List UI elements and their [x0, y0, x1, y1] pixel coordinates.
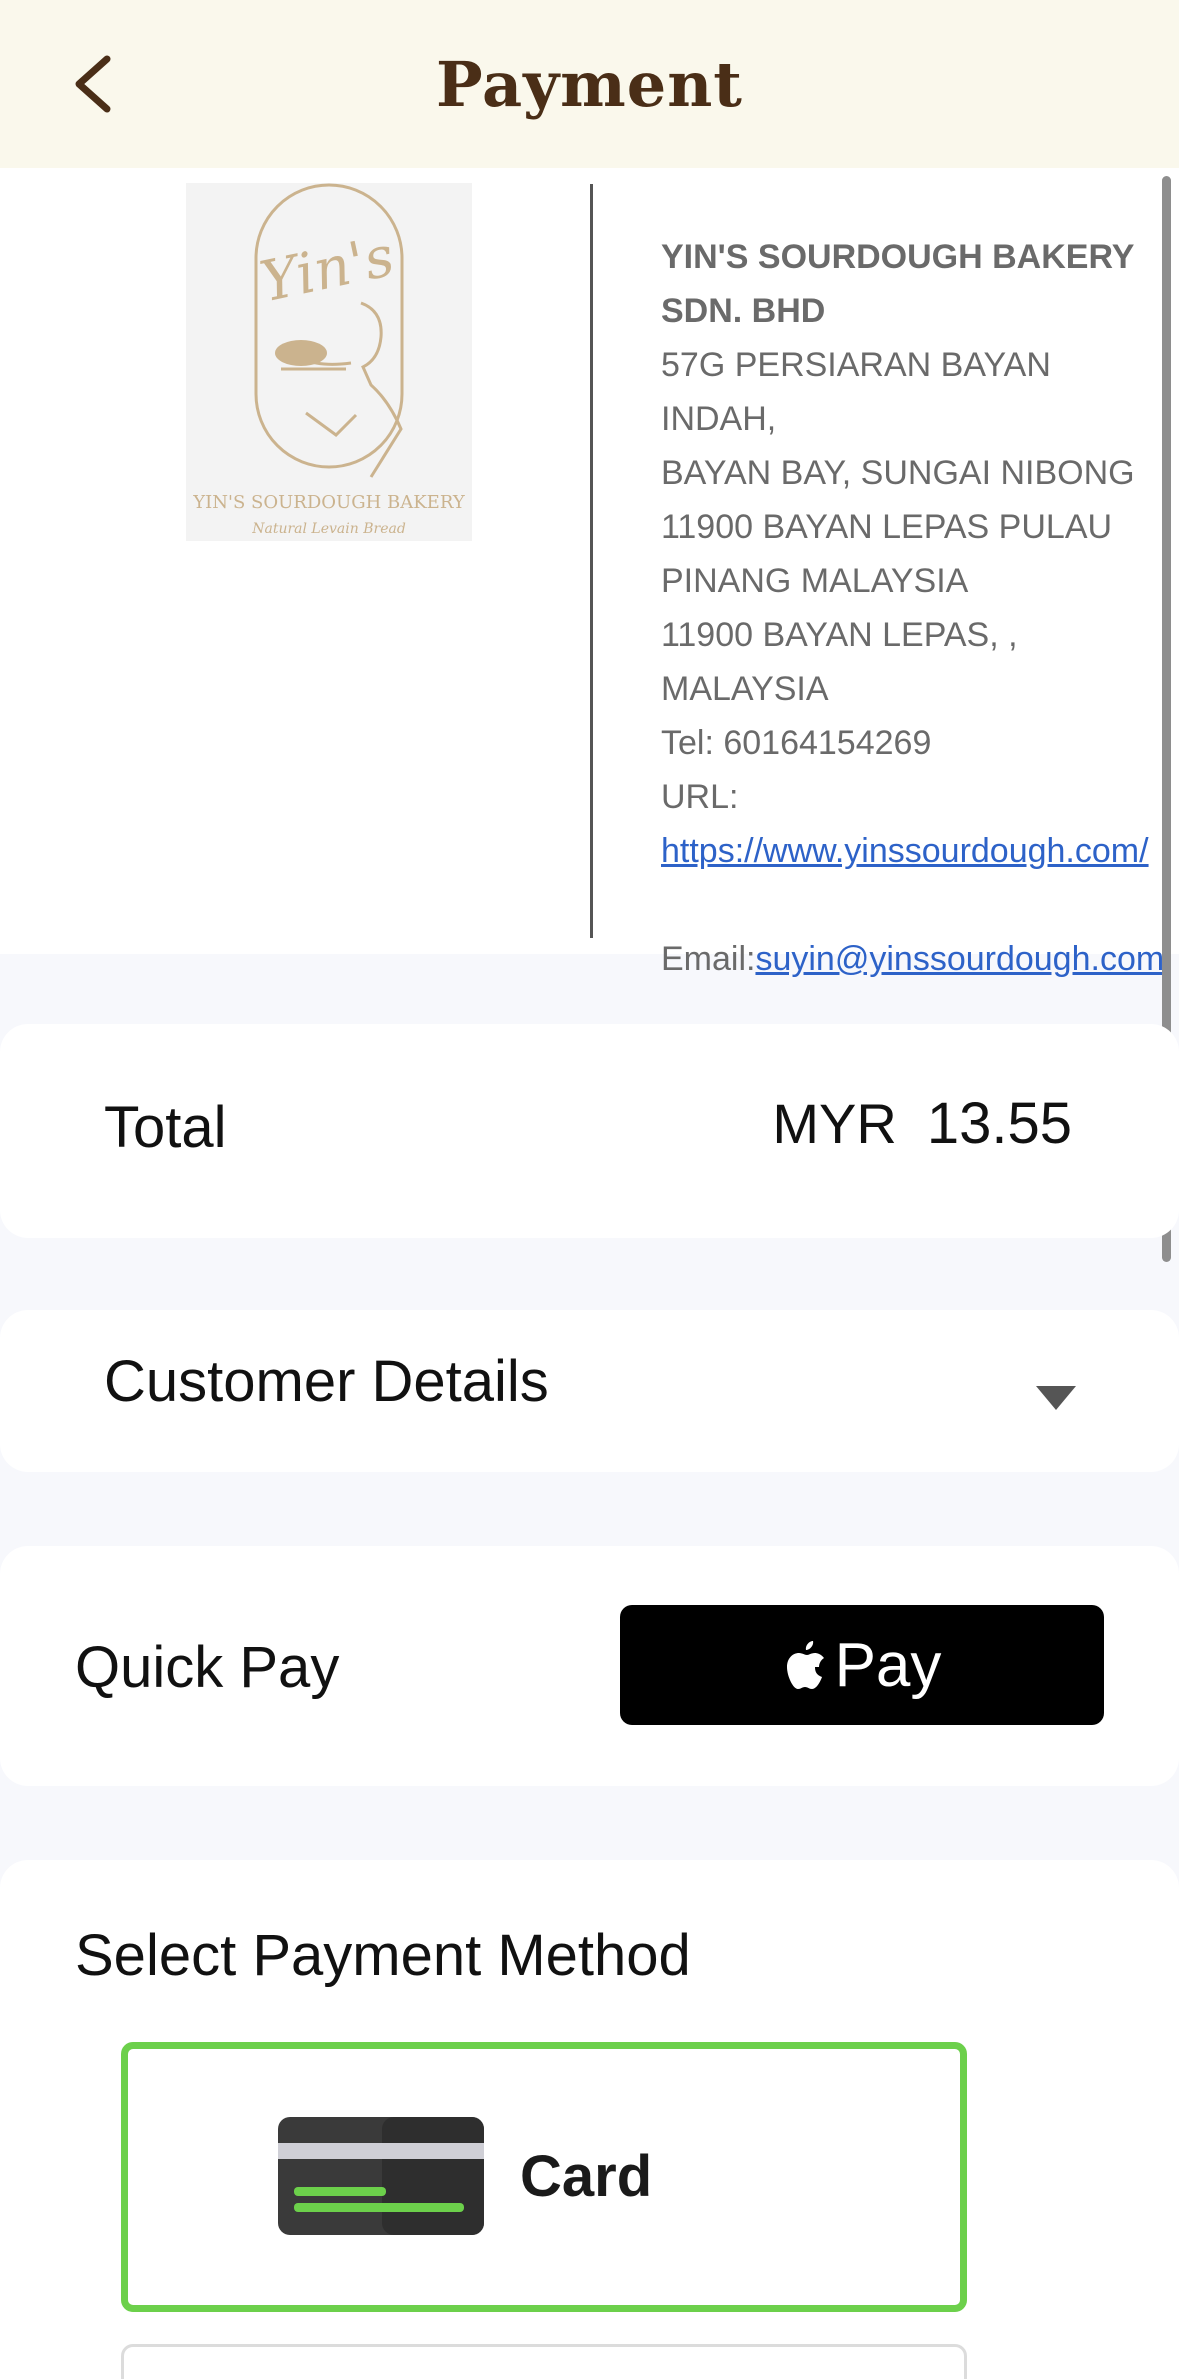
caret-down-icon	[1036, 1386, 1076, 1410]
merchant-name-line2: SDN. BHD	[661, 292, 826, 330]
chevron-left-icon	[75, 55, 111, 113]
address-line: BAYAN BAY, SUNGAI NIBONG	[661, 454, 1135, 492]
address-line: 11900 BAYAN LEPAS PULAU	[661, 508, 1113, 546]
payment-option-label: Card	[520, 2144, 653, 2209]
merchant-tel: Tel: 60164154269	[661, 724, 932, 762]
total-amount: MYR 13.55	[772, 1090, 1072, 1157]
merchant-email-link[interactable]: suyin@yinssourdough.com	[755, 940, 1164, 978]
address-line: PINANG MALAYSIA	[661, 562, 969, 600]
merchant-email-label: Email:	[661, 940, 756, 978]
apple-pay-button[interactable]: Pay	[620, 1605, 1104, 1725]
merchant-url-label: URL:	[661, 778, 739, 816]
customer-details-label: Customer Details	[104, 1349, 549, 1414]
logo-script: Yin's	[255, 224, 400, 315]
currency: MYR	[772, 1092, 897, 1155]
bakery-logo-icon: Yin's YIN'S SOURDOUGH BAKERY Natural Lev…	[192, 183, 466, 537]
payment-option-next[interactable]	[121, 2344, 967, 2379]
header: Payment	[0, 0, 1179, 168]
page-title: Payment	[436, 47, 743, 121]
apple-logo-icon	[786, 1641, 824, 1689]
amount-value: 13.55	[926, 1091, 1072, 1156]
customer-details-toggle[interactable]: Customer Details	[0, 1310, 1179, 1472]
address-line: 57G PERSIARAN BAYAN INDAH,	[661, 346, 1051, 438]
payment-method-card: Select Payment Method Card	[0, 1860, 1179, 2379]
payment-method-title: Select Payment Method	[75, 1923, 691, 1988]
address-line: MALAYSIA	[661, 670, 829, 708]
merchant-logo: Yin's YIN'S SOURDOUGH BAKERY Natural Lev…	[186, 183, 472, 541]
vertical-divider	[590, 184, 593, 938]
total-card: Total MYR 13.55	[0, 1024, 1179, 1238]
quick-pay-label: Quick Pay	[75, 1635, 340, 1700]
merchant-url-link[interactable]: https://www.yinssourdough.com/	[661, 832, 1149, 870]
quick-pay-card: Quick Pay Pay	[0, 1546, 1179, 1786]
merchant-name-line1: YIN'S SOURDOUGH BAKERY	[661, 238, 1135, 276]
merchant-info: Yin's YIN'S SOURDOUGH BAKERY Natural Lev…	[0, 168, 1179, 978]
credit-card-icon	[278, 2117, 484, 2235]
payment-option-card[interactable]: Card	[121, 2042, 967, 2312]
merchant-address: YIN'S SOURDOUGH BAKERY SDN. BHD 57G PERS…	[661, 230, 1171, 986]
total-label: Total	[104, 1095, 227, 1160]
address-line: 11900 BAYAN LEPAS, ,	[661, 616, 1018, 654]
apple-pay-text: Pay	[834, 1630, 942, 1700]
logo-tagline: Natural Levain Bread	[251, 521, 406, 537]
back-button[interactable]	[52, 44, 132, 124]
logo-caption: YIN'S SOURDOUGH BAKERY	[192, 492, 466, 513]
